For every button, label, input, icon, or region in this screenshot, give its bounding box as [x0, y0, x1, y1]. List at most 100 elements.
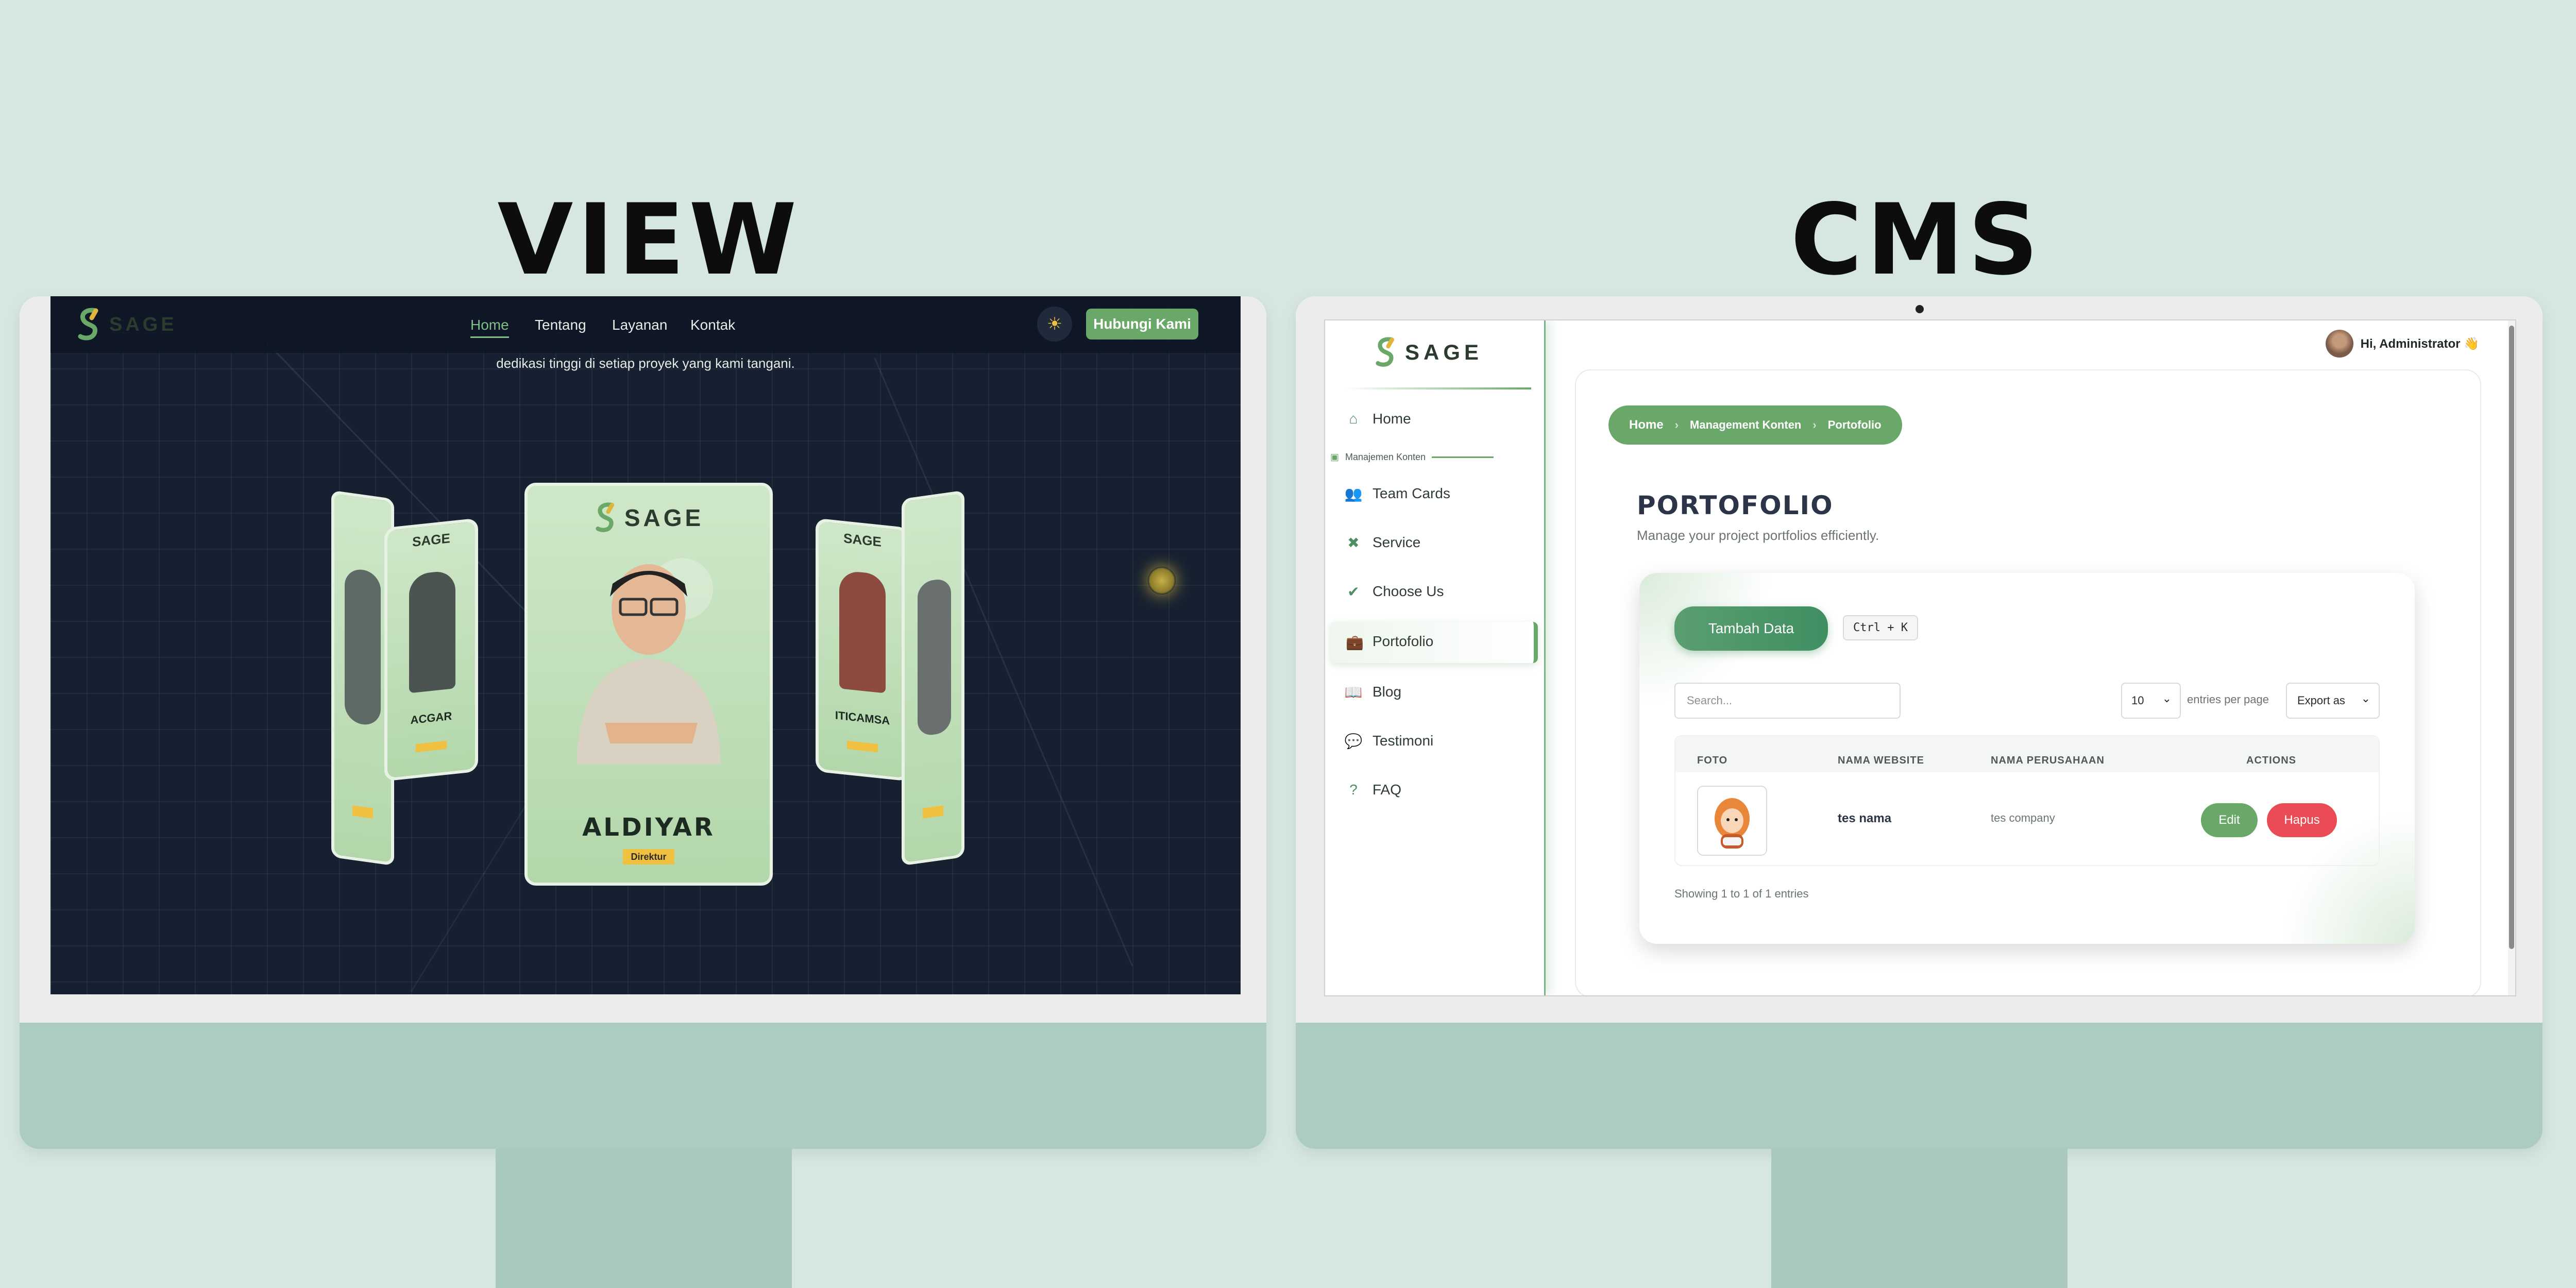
- sidebar-item-label: Blog: [1372, 684, 1402, 700]
- folder-icon: ▣: [1330, 452, 1340, 462]
- sidebar-item-label: Team Cards: [1372, 485, 1450, 501]
- home-icon: ⌂: [1349, 411, 1358, 427]
- card-brand: SAGE: [412, 530, 450, 550]
- logo-text: SAGE: [1405, 340, 1483, 364]
- team-card-center[interactable]: SAGE ALDIYAR Direktur: [524, 483, 773, 886]
- breadcrumb-current: Portofolio: [1827, 418, 1882, 431]
- sidebar-item-label: Service: [1372, 534, 1421, 550]
- sidebar-item-label: Portofolio: [1372, 633, 1434, 649]
- header-foto: FOTO: [1697, 755, 1728, 766]
- sage-logo-icon: [1376, 337, 1395, 367]
- nav-kontak[interactable]: Kontak: [690, 317, 735, 333]
- search-input[interactable]: Search...: [1674, 683, 1901, 719]
- team-card-far-right[interactable]: [902, 490, 964, 866]
- person-photo: [577, 558, 721, 764]
- tools-icon: ✖: [1347, 534, 1360, 551]
- sage-logo-icon: [78, 308, 98, 341]
- portfolio-thumbnail[interactable]: [1697, 786, 1767, 856]
- logo-text: SAGE: [109, 313, 177, 335]
- header-nama-website: NAMA WEBSITE: [1838, 755, 1924, 766]
- portfolio-panel: Tambah Data Ctrl + K Search... 10 ⌄ entr…: [1639, 573, 2415, 944]
- sidebar-divider: [1346, 387, 1531, 389]
- sidebar-section-label: ▣ Manajemen Konten: [1330, 452, 1494, 463]
- person-silhouette: [345, 567, 381, 727]
- view-screen: SAGE Home Tentang Layanan Kontak ☀ Hubun…: [50, 296, 1241, 994]
- role-badge: Direktur: [623, 849, 674, 865]
- entries-label: entries per page: [2187, 693, 2269, 706]
- sidebar-item-home[interactable]: ⌂ Home: [1346, 411, 1411, 427]
- entries-select[interactable]: 10 ⌄: [2121, 683, 2181, 719]
- person-photo: [839, 570, 886, 693]
- sidebar-item-choose-us[interactable]: ✔ Choose Us: [1346, 583, 1444, 600]
- name-tag-icon: [923, 805, 943, 819]
- admin-sidebar: SAGE ⌂ Home ▣ Manajemen Konten 👥 Team Ca…: [1325, 320, 1546, 995]
- hubungi-kami-button[interactable]: Hubungi Kami: [1086, 309, 1198, 340]
- nav-home[interactable]: Home: [470, 317, 509, 338]
- table-header: FOTO NAMA WEBSITE NAMA PERUSAHAAN ACTION…: [1675, 736, 2379, 772]
- team-card-right[interactable]: SAGE ITICAMSA: [816, 518, 909, 782]
- sidebar-item-label: Home: [1372, 411, 1411, 427]
- role-badge: [847, 740, 878, 753]
- greeting-text: Hi, Administrator 👋: [2360, 336, 2479, 351]
- comments-icon: 💬: [1344, 733, 1363, 749]
- nav-layanan[interactable]: Layanan: [612, 317, 667, 333]
- breadcrumb-home[interactable]: Home: [1629, 418, 1664, 432]
- card-name: ITICAMSA: [835, 708, 890, 727]
- cms-monitor-stand: [1771, 1149, 2067, 1288]
- sidebar-item-service[interactable]: ✖ Service: [1346, 534, 1420, 551]
- sidebar-item-label: Choose Us: [1372, 583, 1444, 599]
- users-icon: 👥: [1344, 485, 1363, 502]
- chevron-right-icon: ›: [1674, 418, 1679, 431]
- page-title: PORTOFOLIO: [1637, 490, 1834, 520]
- question-circle-icon: ?: [1349, 782, 1358, 798]
- person-photo: [409, 570, 455, 693]
- briefcase-icon: 💼: [1346, 634, 1364, 650]
- header-actions: ACTIONS: [2246, 755, 2296, 766]
- chevron-right-icon: ›: [1812, 418, 1817, 431]
- chevron-down-icon: ⌄: [2361, 692, 2370, 705]
- user-menu[interactable]: Hi, Administrator 👋: [2325, 330, 2479, 358]
- cursor-glow-icon: [1148, 567, 1176, 595]
- character-image: [1715, 798, 1750, 849]
- scrollbar[interactable]: [2508, 320, 2515, 995]
- sidebar-item-blog[interactable]: 📖 Blog: [1344, 684, 1402, 700]
- nav-tentang[interactable]: Tentang: [535, 317, 586, 333]
- tambah-data-button[interactable]: Tambah Data: [1674, 606, 1828, 651]
- hero-text: dedikasi tinggi di setiap proyek yang ka…: [496, 355, 795, 371]
- table-footer: Showing 1 to 1 of 1 entries: [1674, 887, 1809, 900]
- team-card-left[interactable]: SAGE ACGAR: [384, 518, 478, 782]
- cell-nama-website: tes nama: [1838, 811, 1892, 825]
- export-dropdown[interactable]: Export as ⌄: [2286, 683, 2380, 719]
- breadcrumb-management[interactable]: Management Konten: [1690, 418, 1801, 432]
- section-divider: [1432, 456, 1494, 458]
- book-icon: 📖: [1344, 684, 1363, 700]
- view-monitor: SAGE Home Tentang Layanan Kontak ☀ Hubun…: [20, 296, 1266, 1149]
- sidebar-logo[interactable]: SAGE: [1374, 336, 1483, 369]
- person-silhouette: [918, 578, 951, 737]
- table-row: tes nama tes company Edit Hapus: [1675, 772, 2379, 864]
- chevron-down-icon: ⌄: [2162, 692, 2172, 705]
- card-name: ACGAR: [410, 709, 452, 727]
- portfolio-table: FOTO NAMA WEBSITE NAMA PERUSAHAAN ACTION…: [1674, 735, 2380, 866]
- sidebar-item-testimoni[interactable]: 💬 Testimoni: [1344, 733, 1434, 749]
- avatar: [2325, 330, 2353, 358]
- scrollbar-thumb[interactable]: [2509, 326, 2514, 949]
- sidebar-item-team-cards[interactable]: 👥 Team Cards: [1344, 485, 1450, 502]
- theme-toggle-button[interactable]: ☀: [1037, 307, 1072, 342]
- card-brand: SAGE: [624, 504, 704, 531]
- page-subtitle: Manage your project portfolios efficient…: [1637, 528, 1879, 543]
- sidebar-item-label: Testimoni: [1372, 733, 1434, 749]
- monitor-chin: [1296, 1023, 2543, 1149]
- role-badge: [416, 740, 447, 753]
- cell-nama-perusahaan: tes company: [1991, 811, 2055, 824]
- export-label: Export as: [2297, 694, 2345, 707]
- section-label-text: Manajemen Konten: [1345, 452, 1426, 462]
- sidebar-item-portofolio[interactable]: 💼 Portofolio: [1330, 622, 1538, 663]
- site-logo[interactable]: SAGE: [76, 307, 177, 343]
- hapus-button[interactable]: Hapus: [2267, 803, 2337, 837]
- sidebar-item-label: FAQ: [1372, 782, 1402, 798]
- card-brand: SAGE: [843, 530, 882, 550]
- view-monitor-stand: [496, 1149, 792, 1288]
- sidebar-item-faq[interactable]: ? FAQ: [1346, 782, 1401, 798]
- edit-button[interactable]: Edit: [2201, 803, 2258, 837]
